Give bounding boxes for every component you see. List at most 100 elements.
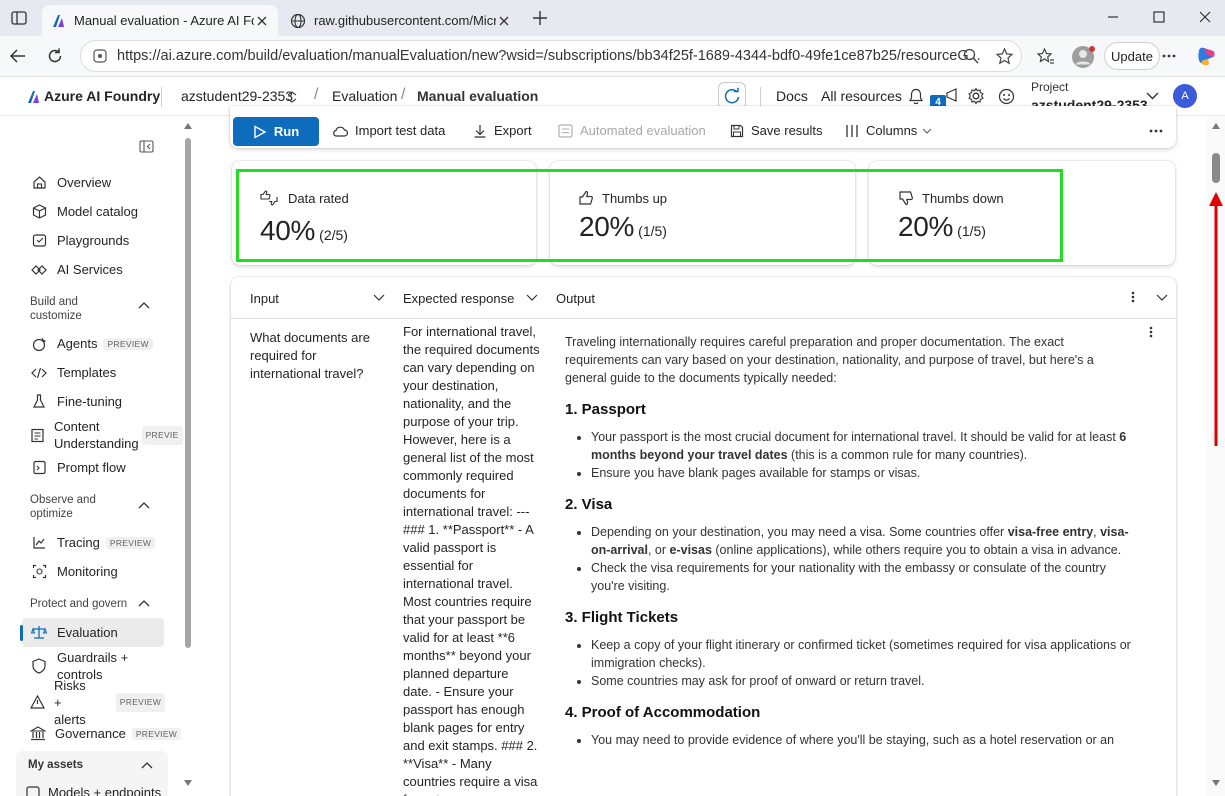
chevron-down-icon[interactable] xyxy=(525,291,539,303)
text-run: (this is a common rule for many countrie… xyxy=(787,448,1028,462)
sidebar-item-label: Content Understanding xyxy=(54,418,139,452)
sidebar-item-evaluation[interactable]: Evaluation xyxy=(20,618,164,647)
output-list: Your passport is the most crucial docume… xyxy=(591,428,1135,482)
smiley-feedback-icon[interactable] xyxy=(996,86,1016,106)
workspace-selector[interactable]: azstudent29-2353 xyxy=(181,88,293,104)
red-arrow-annotation-icon xyxy=(1209,192,1223,446)
automated-evaluation-icon xyxy=(558,123,573,138)
tab-github-raw[interactable]: raw.githubusercontent.com/Micro xyxy=(282,5,520,36)
sidebar-item-monitoring[interactable]: Monitoring xyxy=(22,557,164,586)
docs-link[interactable]: Docs xyxy=(776,88,808,104)
gear-icon[interactable] xyxy=(966,86,986,106)
more-menu-icon[interactable] xyxy=(1161,47,1177,65)
copilot-icon[interactable] xyxy=(1194,44,1218,68)
text-run: Your passport is the most crucial docume… xyxy=(591,430,1120,444)
sidebar-item-label: Prompt flow xyxy=(57,460,126,475)
scroll-up-arrow-icon[interactable] xyxy=(1211,121,1221,131)
tab-manual-evaluation[interactable]: Manual evaluation - Azure AI Fou xyxy=(42,5,278,36)
site-info-icon[interactable] xyxy=(93,49,107,63)
export-button[interactable]: Export xyxy=(473,123,532,138)
preview-badge: PREVIEW xyxy=(105,536,156,549)
chevron-updown-icon[interactable] xyxy=(286,90,298,104)
maximize-icon[interactable] xyxy=(1151,9,1167,25)
sidebar-item-content-understanding[interactable]: Content Understanding PREVIE xyxy=(22,417,183,453)
output-list-item: Ensure you have blank pages available fo… xyxy=(591,464,1135,482)
save-results-button[interactable]: Save results xyxy=(730,123,823,138)
column-header-output[interactable]: Output xyxy=(556,291,595,306)
favorites-icon[interactable] xyxy=(1037,47,1055,65)
run-label: Run xyxy=(273,124,300,139)
columns-button[interactable]: Columns xyxy=(845,123,932,138)
tab-actions-icon[interactable] xyxy=(8,8,30,28)
update-button[interactable]: Update xyxy=(1104,42,1160,70)
label-line: Guardrails + xyxy=(57,650,129,665)
sidebar-item-guardrails[interactable]: Guardrails + controls xyxy=(22,648,164,684)
export-label: Export xyxy=(494,123,532,138)
profile-avatar-icon[interactable] xyxy=(1070,44,1096,70)
sidebar-item-tracing[interactable]: Tracing PREVIEW xyxy=(22,528,164,557)
my-assets-title[interactable]: My assets xyxy=(28,759,83,771)
new-tab-icon[interactable] xyxy=(530,9,550,27)
section-protect-govern[interactable]: Protect and govern xyxy=(30,597,127,611)
user-avatar[interactable]: A xyxy=(1173,84,1197,108)
import-test-data-button[interactable]: Import test data xyxy=(332,123,445,138)
chevron-down-icon[interactable] xyxy=(372,291,386,303)
feedback-icon[interactable] xyxy=(945,87,961,103)
brand-name[interactable]: Azure AI Foundry xyxy=(44,88,160,104)
url-field[interactable]: https://ai.azure.com/build/evaluation/ma… xyxy=(80,40,1022,72)
breadcrumb-evaluation[interactable]: Evaluation xyxy=(332,88,397,104)
zoom-search-icon[interactable] xyxy=(962,47,980,65)
sidebar-item-prompt-flow[interactable]: Prompt flow xyxy=(22,453,164,482)
scroll-down-arrow-icon[interactable] xyxy=(1211,778,1221,788)
preview-badge: PREVIEW xyxy=(131,727,182,740)
all-resources-link[interactable]: All resources xyxy=(821,88,902,104)
sidebar-item-playgrounds[interactable]: Playgrounds xyxy=(22,226,164,255)
column-more-icon[interactable] xyxy=(1129,290,1137,304)
close-tab-icon[interactable] xyxy=(496,16,512,26)
tracing-icon xyxy=(30,534,48,552)
section-observe-optimize[interactable]: Observe and optimize xyxy=(30,493,96,521)
collapse-sidebar-icon[interactable] xyxy=(137,137,155,155)
row-more-icon[interactable] xyxy=(1147,325,1155,339)
building-icon xyxy=(30,725,46,743)
column-header-input[interactable]: Input xyxy=(250,291,279,306)
column-header-expected-response[interactable]: Expected response xyxy=(403,291,514,306)
back-arrow-icon[interactable] xyxy=(8,46,28,66)
chevron-up-icon[interactable] xyxy=(137,299,151,311)
sidebar-item-overview[interactable]: Overview xyxy=(22,168,164,197)
sidebar-item-risks-alerts[interactable]: Risks + alerts PREVIEW xyxy=(22,678,166,727)
sidebar-item-ai-services[interactable]: AI Services xyxy=(22,255,164,284)
sidebar-item-fine-tuning[interactable]: Fine-tuning xyxy=(22,387,164,416)
chevron-up-icon[interactable] xyxy=(137,597,151,609)
sidebar-item-agents[interactable]: Agents PREVIEW xyxy=(22,329,164,358)
output-heading: 1. Passport xyxy=(565,401,646,418)
play-icon xyxy=(254,124,267,139)
favorite-star-icon[interactable] xyxy=(995,47,1013,65)
section-title: Observe and xyxy=(30,494,96,506)
scroll-down-arrow-icon[interactable] xyxy=(183,778,193,788)
close-tab-icon[interactable] xyxy=(254,16,270,26)
chevron-down-icon[interactable] xyxy=(1155,291,1169,303)
refresh-icon[interactable] xyxy=(45,46,65,66)
bell-icon[interactable] xyxy=(907,87,925,105)
more-options-icon[interactable] xyxy=(1147,124,1165,138)
sidebar-item-governance[interactable]: Governance PREVIEW xyxy=(22,719,182,748)
sidebar-item-models-endpoints[interactable]: Models + endpoints xyxy=(26,785,161,796)
run-button[interactable]: Run xyxy=(233,117,319,146)
minimize-icon[interactable] xyxy=(1105,9,1121,25)
section-build-customize[interactable]: Build and customize xyxy=(30,295,82,323)
preview-badge: PREVIEW xyxy=(103,337,153,350)
sidebar-item-templates[interactable]: Templates xyxy=(22,358,164,387)
close-window-icon[interactable] xyxy=(1197,9,1213,25)
page-scrollbar-thumb[interactable] xyxy=(1212,153,1220,183)
sidebar-item-model-catalog[interactable]: Model catalog xyxy=(22,197,164,226)
automated-evaluation-button[interactable]: Automated evaluation xyxy=(558,123,706,138)
chevron-up-icon[interactable] xyxy=(137,499,151,511)
save-icon xyxy=(730,124,744,137)
sidebar-scrollbar-thumb[interactable] xyxy=(185,138,191,648)
output-heading: 3. Flight Tickets xyxy=(565,609,679,626)
scroll-up-arrow-icon[interactable] xyxy=(183,121,193,131)
chevron-up-icon[interactable] xyxy=(140,759,154,771)
chevron-down-icon[interactable] xyxy=(1144,88,1160,104)
output-list-item: Your passport is the most crucial docume… xyxy=(591,428,1135,464)
